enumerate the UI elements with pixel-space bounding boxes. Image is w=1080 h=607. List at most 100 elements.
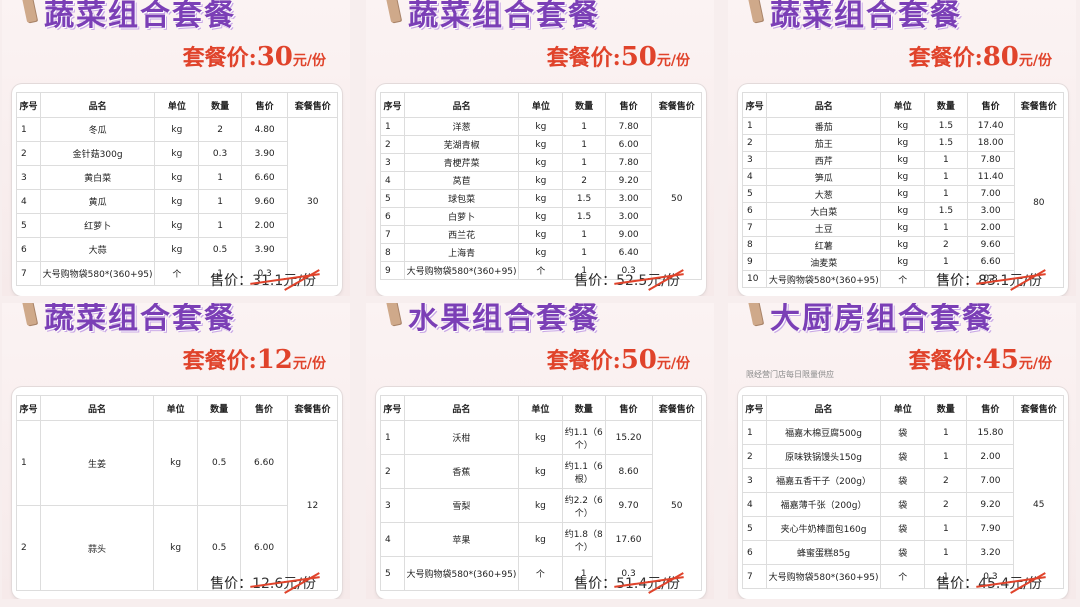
column-header: 售价 [240,395,288,421]
item-unit: kg [880,168,926,186]
set-price-cell: 30 [287,117,338,286]
item-qty: 1 [924,516,968,541]
package-title: 大厨房组合套餐 [770,303,994,336]
item-name: 洋葱 [403,117,520,136]
row-index: 4 [742,492,767,517]
item-price: 7.80 [966,151,1015,169]
package-card: 序号 品名 单位 数量 售价 套餐售价 1 洋葱 kg 1 7.80 50 2 芜湖青椒 kg 1 6.00 3 青… [376,84,706,296]
item-unit: 个 [518,556,563,591]
item-name: 苹果 [403,522,520,557]
item-name: 大号购物袋580*(360+95) [39,261,156,286]
table-row: 1 福嘉木棉豆腐500g 袋 1 15.80 45 [742,420,1064,589]
item-price: 3.00 [604,207,653,226]
column-header: 序号 [16,92,41,118]
item-price: 15.80 [966,420,1015,445]
item-unit: kg [880,151,926,169]
column-header: 套餐售价 [1013,395,1064,421]
package-price: 套餐价:12元/份 [183,343,326,375]
column-header: 套餐售价 [1013,92,1065,118]
row-index: 2 [15,505,42,591]
package-title: 蔬菜组合套餐 [770,0,962,33]
column-header: 售价 [966,395,1015,421]
item-unit: kg [880,117,926,135]
item-price: 3.00 [966,202,1015,220]
package-card: 序号 品名 单位 数量 售价 套餐售价 1 冬瓜 kg 2 4.80 30 2 金针菇300g kg 0.3 3… [12,84,342,296]
item-qty: 1 [198,213,242,238]
package-price: 套餐价:45元/份 [909,343,1052,375]
item-unit: kg [154,141,200,166]
original-price: 售价：31.1元/份 [210,270,316,290]
item-price: 6.40 [604,243,653,262]
item-name: 番茄 [766,117,882,135]
table-row: 1 沃柑 kg 约1.1（6个） 15.20 50 [380,420,703,591]
table-header-row: 序号 品名 单位 数量 售价 套餐售价 [15,395,339,421]
package-card: 序号 品名 单位 数量 售价 套餐售价 1 福嘉木棉豆腐500g 袋 1 15.80 45 2 原味铁锅馒… [738,387,1068,599]
original-price: 售价：12.6元/份 [210,573,316,593]
original-price: 售价：83.1元/份 [936,270,1042,290]
item-price: 6.60 [240,165,289,190]
item-name: 冬瓜 [39,117,156,142]
package-card: 序号 品名 单位 数量 售价 套餐售价 1 生姜 kg 0.5 6.60 12 2 蒜头 kg 0.5 6.00… [12,387,342,599]
item-qty: 1.5 [562,207,606,226]
table-header-row: 序号 品名 单位 数量 售价 套餐售价 [742,395,1064,421]
row-index: 2 [742,444,767,469]
item-name: 大蒜 [39,237,156,262]
item-price: 7.80 [604,117,653,136]
item-name: 大葱 [766,185,882,203]
item-name: 夹心牛奶棒面包160g [765,516,882,541]
package-panel: 水果组合套餐 套餐价:50元/份 序号 品名 单位 数量 售价 套餐售价 1 沃柑 kg 约1.1（6… [366,303,714,599]
package-price: 套餐价:30元/份 [183,40,326,72]
item-price: 9.00 [604,225,653,244]
package-title: 水果组合套餐 [408,303,600,336]
price-label: 套餐价: [546,348,621,374]
item-name: 西兰花 [403,225,520,244]
item-price: 4.80 [240,117,289,142]
item-name: 原味铁锅馒头150g [765,444,882,469]
column-header: 品名 [39,92,156,118]
item-name: 西芹 [766,151,882,169]
item-name: 大号购物袋580*(360+95) [403,556,520,591]
item-unit: kg [518,171,564,190]
item-price: 7.00 [966,468,1015,493]
original-price: 售价：45.4元/份 [936,573,1042,593]
item-price: 2.00 [240,213,289,238]
item-qty: 0.5 [197,420,242,506]
row-index: 5 [742,516,767,541]
price-unit: 元/份 [1018,356,1052,372]
price-value: 45 [982,345,1019,375]
column-header: 售价 [604,92,653,118]
item-price: 3.00 [604,189,653,208]
item-name: 金针菇300g [39,141,156,166]
price-unit: 元/份 [292,356,326,372]
row-index: 6 [16,237,41,262]
item-name: 上海青 [403,243,520,262]
sale-label: 售价： [210,273,253,289]
row-index: 5 [741,185,768,203]
column-header: 数量 [924,92,968,118]
clothespin-icon [746,0,764,23]
item-qty: 约2.2（6个） [561,488,606,523]
item-name: 香蕉 [403,454,520,489]
row-index: 2 [16,141,41,166]
item-qty: 1 [924,420,968,445]
item-qty: 1 [562,225,606,244]
row-index: 8 [741,236,768,254]
package-panel: 蔬菜组合套餐 套餐价:80元/份 序号 品名 单位 数量 售价 套餐售价 1 番茄 kg 1.5 17.… [728,0,1076,296]
item-price: 9.20 [966,492,1015,517]
item-name: 油麦菜 [766,253,882,271]
column-header: 数量 [198,92,242,118]
column-header: 售价 [240,92,289,118]
original-price: 售价：51.4元/份 [574,573,680,593]
package-price: 套餐价:50元/份 [547,343,690,375]
item-price: 2.00 [966,219,1015,237]
package-card: 序号 品名 单位 数量 售价 套餐售价 1 番茄 kg 1.5 17.40 80 2 茄王 kg 1.5 18.… [738,84,1068,296]
price-unit: 元/份 [292,53,326,69]
item-qty: 1 [924,185,968,203]
row-index: 4 [380,171,405,190]
item-qty: 1.5 [924,134,968,152]
sale-label: 售价： [574,576,617,592]
item-price: 6.60 [966,253,1015,271]
package-panel: 蔬菜组合套餐 套餐价:30元/份 序号 品名 单位 数量 售价 套餐售价 1 冬瓜 kg 2 4.80 3… [2,0,350,296]
sale-value-struck: 83.1元/份 [978,270,1042,290]
item-name: 红薯 [766,236,882,254]
